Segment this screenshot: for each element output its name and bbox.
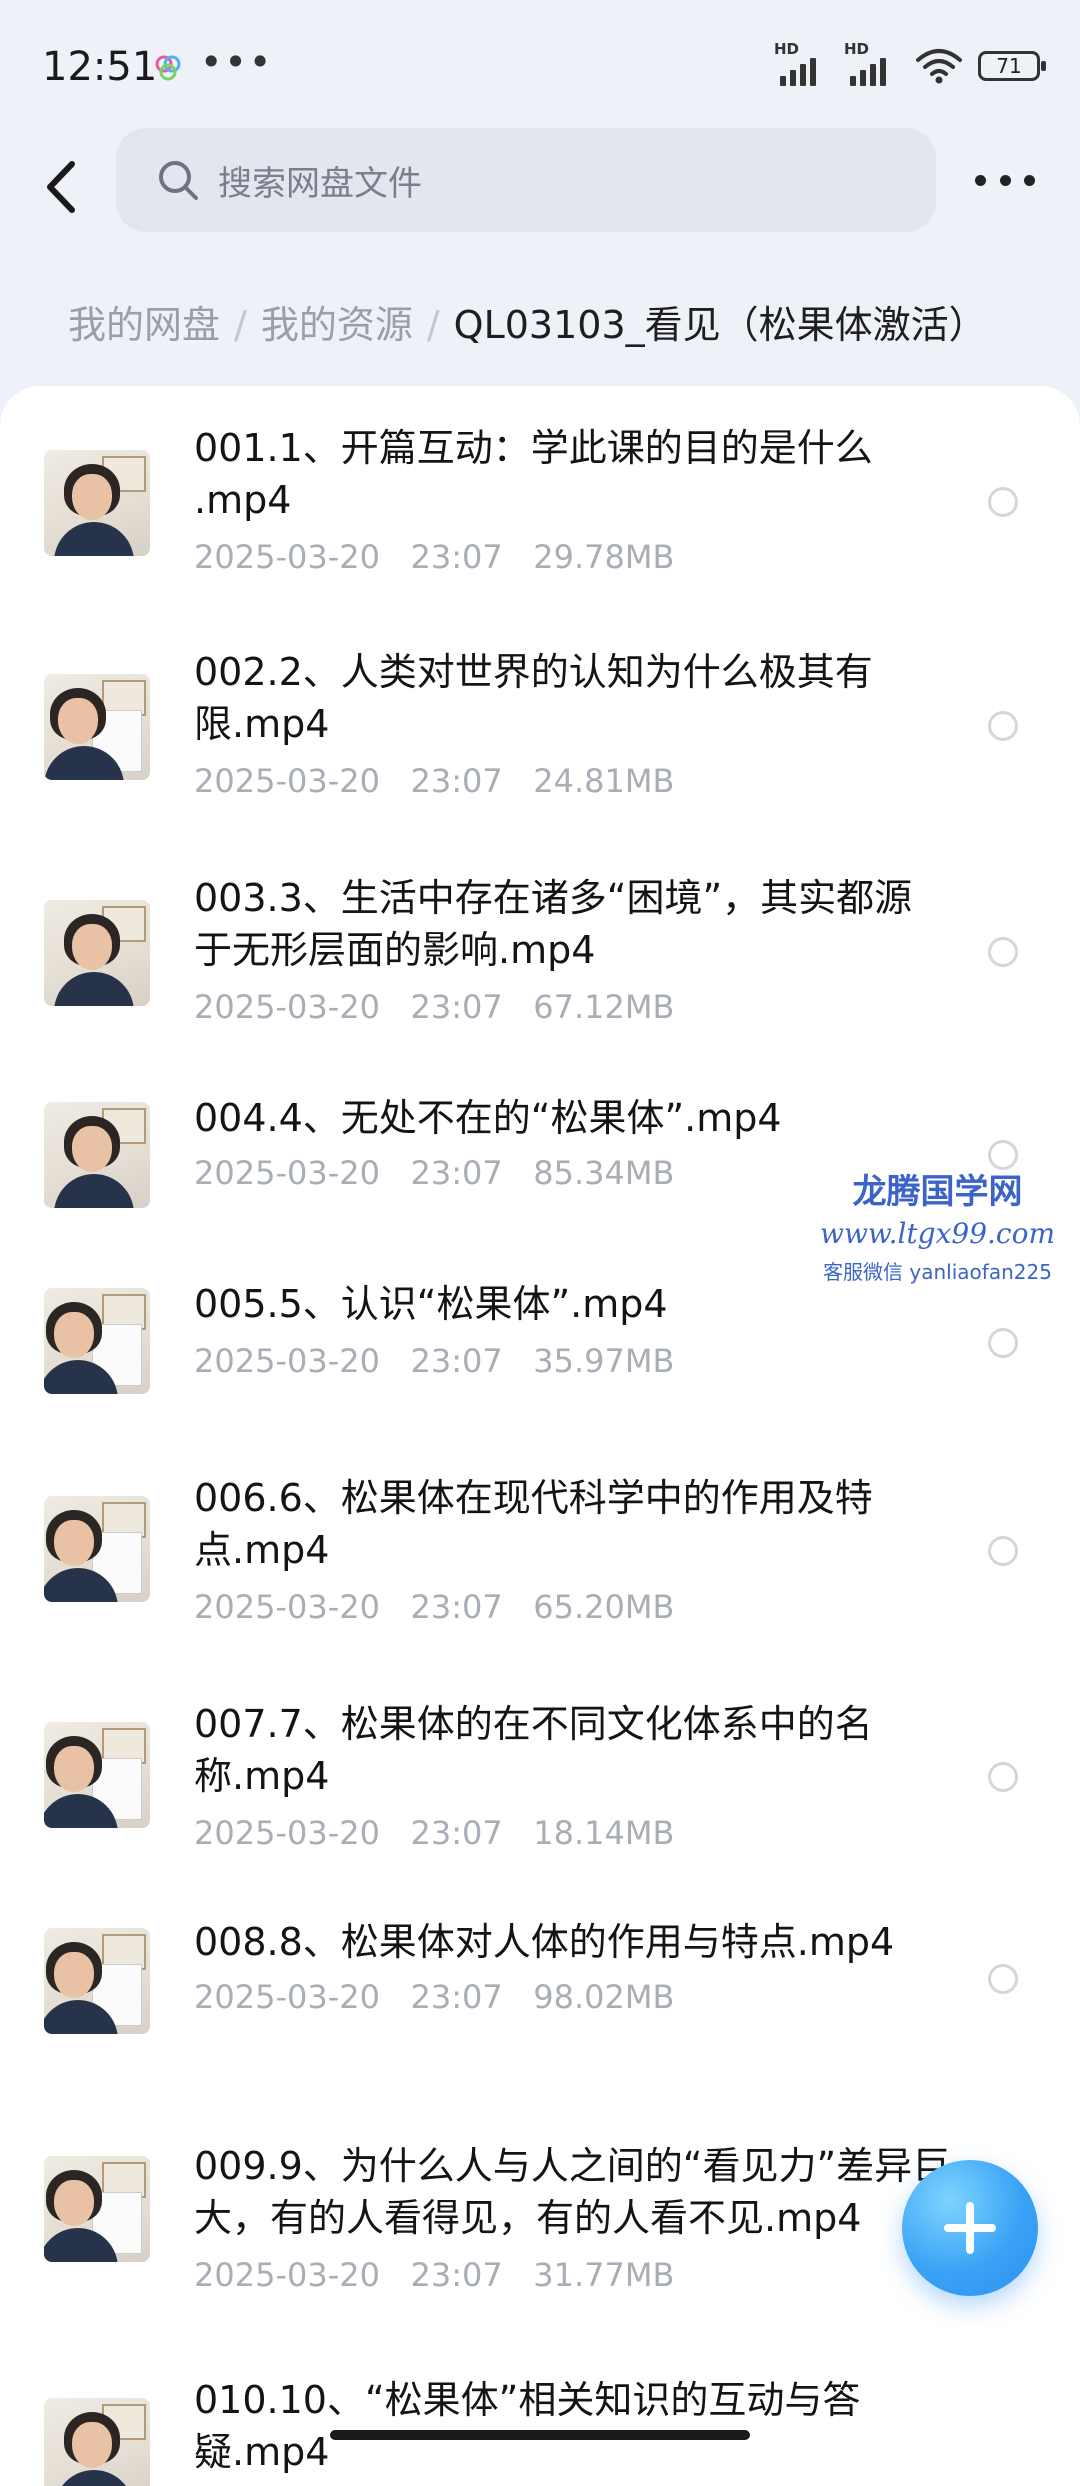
file-title: 003.3、生活中存在诸多“困境”，其实都源于无形层面的影响.mp4 [194, 876, 913, 972]
file-title: 006.6、松果体在现代科学中的作用及特点.mp4 [194, 1476, 873, 1572]
file-time: 23:07 [410, 988, 503, 1026]
file-meta: 2025-03-20 23:07 65.20MB [194, 1588, 674, 1626]
file-title: 008.8、松果体对人体的作用与特点.mp4 [194, 1920, 895, 1964]
file-size: 24.81MB [533, 762, 675, 800]
status-time: 12:51 [42, 44, 158, 90]
breadcrumb-separator: / [234, 303, 247, 347]
watermark: 龙腾国学网 www.ltgx99.com 客服微信 yanliaofan225 [820, 1164, 1055, 1285]
plus-icon[interactable] [902, 2160, 1038, 2296]
select-radio[interactable] [988, 1964, 1018, 1994]
status-more-dots: ••• [200, 40, 274, 84]
signal-icon: HD [844, 40, 900, 86]
hd-label: HD [774, 40, 800, 58]
search-icon [159, 161, 198, 200]
file-title: 004.4、无处不在的“松果体”.mp4 [194, 1096, 782, 1140]
breadcrumb-current: QL03103_看见（松果体激活） [453, 303, 987, 347]
search-placeholder: 搜索网盘文件 [218, 164, 422, 204]
file-time: 23:07 [410, 1154, 503, 1192]
signal-icon: HD [774, 40, 830, 86]
select-radio[interactable] [988, 1536, 1018, 1566]
home-indicator [330, 2430, 750, 2440]
search-input[interactable]: 搜索网盘文件 [116, 128, 936, 232]
file-time: 23:07 [410, 2256, 503, 2294]
file-time: 23:07 [410, 1814, 503, 1852]
file-title: 002.2、人类对世界的认知为什么极其有限.mp4 [194, 650, 873, 746]
chevron-left-icon[interactable] [38, 152, 88, 222]
video-thumbnail [44, 2398, 150, 2486]
file-meta: 2025-03-20 23:07 18.14MB [194, 1814, 674, 1852]
watermark-title: 龙腾国学网 [852, 1172, 1023, 1212]
video-thumbnail [44, 450, 150, 556]
video-thumbnail [44, 1722, 150, 1828]
file-time: 23:07 [410, 1978, 503, 2016]
file-size: 98.02MB [533, 1978, 675, 2016]
video-thumbnail [44, 1288, 150, 1394]
video-thumbnail [44, 900, 150, 1006]
file-time: 23:07 [410, 1588, 503, 1626]
status-bar: 12:51 ••• HD HD 71 [0, 0, 1080, 130]
list-item[interactable]: 008.8、松果体对人体的作用与特点.mp4 2025-03-20 23:07 … [0, 1884, 1080, 2084]
list-item[interactable]: 010.10、“松果体”相关知识的互动与答疑.mp4 [0, 2334, 1080, 2486]
video-thumbnail [44, 1928, 150, 2034]
file-date: 2025-03-20 [194, 538, 380, 576]
file-meta: 2025-03-20 23:07 85.34MB [194, 1154, 674, 1192]
file-date: 2025-03-20 [194, 1588, 380, 1626]
file-date: 2025-03-20 [194, 1814, 380, 1852]
file-title: 010.10、“松果体”相关知识的互动与答疑.mp4 [194, 2378, 861, 2474]
select-radio[interactable] [988, 711, 1018, 741]
file-size: 85.34MB [533, 1154, 675, 1192]
hd-label: HD [844, 40, 870, 58]
top-bar: 搜索网盘文件 [0, 128, 1080, 248]
breadcrumb-mid[interactable]: 我的资源 [261, 303, 413, 347]
more-icon[interactable] [975, 170, 1035, 190]
file-meta: 2025-03-20 23:07 35.97MB [194, 1342, 674, 1380]
file-time: 23:07 [410, 1342, 503, 1380]
file-date: 2025-03-20 [194, 988, 380, 1026]
battery-icon: 71 [978, 51, 1046, 81]
file-title: 005.5、认识“松果体”.mp4 [194, 1282, 668, 1326]
file-date: 2025-03-20 [194, 1154, 380, 1192]
file-title: 009.9、为什么人与人之间的“看见力”差异巨大，有的人看得见，有的人看不见.m… [194, 2144, 951, 2240]
file-meta: 2025-03-20 23:07 31.77MB [194, 2256, 674, 2294]
video-thumbnail [44, 1102, 150, 1208]
breadcrumb-root[interactable]: 我的网盘 [68, 303, 220, 347]
file-list: 001.1、开篇互动：学此课的目的是什么 .mp4 2025-03-20 23:… [0, 386, 1080, 2486]
app-notification-icon [155, 55, 181, 81]
video-thumbnail [44, 2156, 150, 2262]
breadcrumb: 我的网盘 / 我的资源 / QL03103_看见（松果体激活） [68, 294, 987, 349]
list-item[interactable]: 003.3、生活中存在诸多“困境”，其实都源于无形层面的影响.mp4 2025-… [0, 836, 1080, 1062]
file-date: 2025-03-20 [194, 762, 380, 800]
select-radio[interactable] [988, 1328, 1018, 1358]
video-thumbnail [44, 1496, 150, 1602]
list-item[interactable]: 006.6、松果体在现代科学中的作用及特点.mp4 2025-03-20 23:… [0, 1432, 1080, 1658]
video-thumbnail [44, 674, 150, 780]
file-meta: 2025-03-20 23:07 29.78MB [194, 538, 674, 576]
file-meta: 2025-03-20 23:07 98.02MB [194, 1978, 674, 2016]
list-item[interactable]: 001.1、开篇互动：学此课的目的是什么 .mp4 2025-03-20 23:… [0, 386, 1080, 610]
file-size: 18.14MB [533, 1814, 675, 1852]
watermark-contact: 客服微信 yanliaofan225 [823, 1260, 1052, 1284]
file-meta: 2025-03-20 23:07 24.81MB [194, 762, 674, 800]
file-size: 35.97MB [533, 1342, 675, 1380]
file-size: 29.78MB [533, 538, 675, 576]
file-size: 67.12MB [533, 988, 675, 1026]
select-radio[interactable] [988, 1762, 1018, 1792]
select-radio[interactable] [988, 937, 1018, 967]
wifi-icon [916, 49, 962, 84]
file-size: 31.77MB [533, 2256, 675, 2294]
file-time: 23:07 [410, 762, 503, 800]
file-title: 007.7、松果体的在不同文化体系中的名称.mp4 [194, 1702, 873, 1798]
select-radio[interactable] [988, 487, 1018, 517]
file-size: 65.20MB [533, 1588, 675, 1626]
list-item[interactable]: 002.2、人类对世界的认知为什么极其有限.mp4 2025-03-20 23:… [0, 610, 1080, 836]
file-title: 001.1、开篇互动：学此课的目的是什么 .mp4 [194, 426, 873, 522]
file-date: 2025-03-20 [194, 1978, 380, 2016]
file-meta: 2025-03-20 23:07 67.12MB [194, 988, 674, 1026]
file-date: 2025-03-20 [194, 2256, 380, 2294]
file-date: 2025-03-20 [194, 1342, 380, 1380]
watermark-url: www.ltgx99.com [820, 1217, 1056, 1250]
file-time: 23:07 [410, 538, 503, 576]
list-item[interactable]: 007.7、松果体的在不同文化体系中的名称.mp4 2025-03-20 23:… [0, 1658, 1080, 1884]
breadcrumb-separator: / [426, 303, 440, 347]
